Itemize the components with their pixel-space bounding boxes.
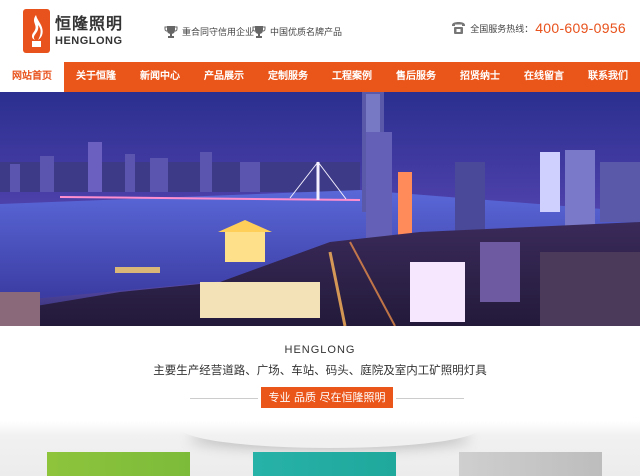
trophy-icon — [164, 26, 178, 38]
nav-item-about[interactable]: 关于恒隆 — [64, 62, 128, 92]
site-logo[interactable]: 恒隆照明 HENGLONG — [23, 8, 123, 54]
logo-subtitle: HENGLONG — [55, 35, 123, 47]
feature-card-gray[interactable] — [459, 452, 602, 476]
nav-item-news[interactable]: 新闻中心 — [128, 62, 192, 92]
phone-icon — [452, 22, 466, 34]
slogan-divider-right — [396, 398, 464, 399]
slogan-divider-left — [190, 398, 258, 399]
intro-subtitle: 主要生产经营道路、广场、车站、码头、庭院及室内工矿照明灯具 — [153, 363, 487, 377]
feature-card-green[interactable] — [47, 452, 190, 476]
badge-brand-label: 中国优质名牌产品 — [270, 27, 343, 37]
nav-item-products[interactable]: 产品展示 — [192, 62, 256, 92]
badge-brand: 中国优质名牌产品 — [252, 25, 342, 38]
city-night-image — [0, 92, 640, 326]
intro-section: HENGLONG 主要生产经营道路、广场、车站、码头、庭院及室内工矿照明灯具 专… — [0, 326, 640, 476]
feature-card-teal[interactable] — [253, 452, 396, 476]
shadow-decoration — [180, 408, 480, 448]
hotline-number[interactable]: 400-609-0956 — [535, 20, 626, 36]
badge-credit-label: 重合同守信用企业 — [182, 27, 255, 37]
badge-credit: 重合同守信用企业 — [164, 25, 254, 38]
logo-flame-icon — [23, 9, 50, 53]
slogan-badge: 专业 品质 尽在恒隆照明 — [261, 387, 393, 408]
nav-item-message[interactable]: 在线留言 — [512, 62, 576, 92]
main-nav: 网站首页 关于恒隆 新闻中心 产品展示 定制服务 工程案例 售后服务 招贤纳士 … — [0, 62, 640, 92]
service-hotline: 全国服务热线： 400-609-0956 — [451, 20, 626, 36]
hero-banner[interactable] — [0, 92, 640, 326]
nav-item-custom[interactable]: 定制服务 — [256, 62, 320, 92]
site-header: 恒隆照明 HENGLONG 重合同守信用企业 中国优质名牌产品 全国服务热线： … — [0, 0, 640, 62]
hotline-label: 全国服务热线： — [470, 23, 534, 34]
trophy-icon — [252, 26, 266, 38]
logo-title: 恒隆照明 — [55, 14, 124, 33]
nav-item-service[interactable]: 售后服务 — [384, 62, 448, 92]
nav-item-cases[interactable]: 工程案例 — [320, 62, 384, 92]
nav-item-contact[interactable]: 联系我们 — [576, 62, 640, 92]
intro-title: HENGLONG — [284, 344, 356, 356]
nav-item-home[interactable]: 网站首页 — [0, 62, 64, 92]
nav-item-jobs[interactable]: 招贤纳士 — [448, 62, 512, 92]
